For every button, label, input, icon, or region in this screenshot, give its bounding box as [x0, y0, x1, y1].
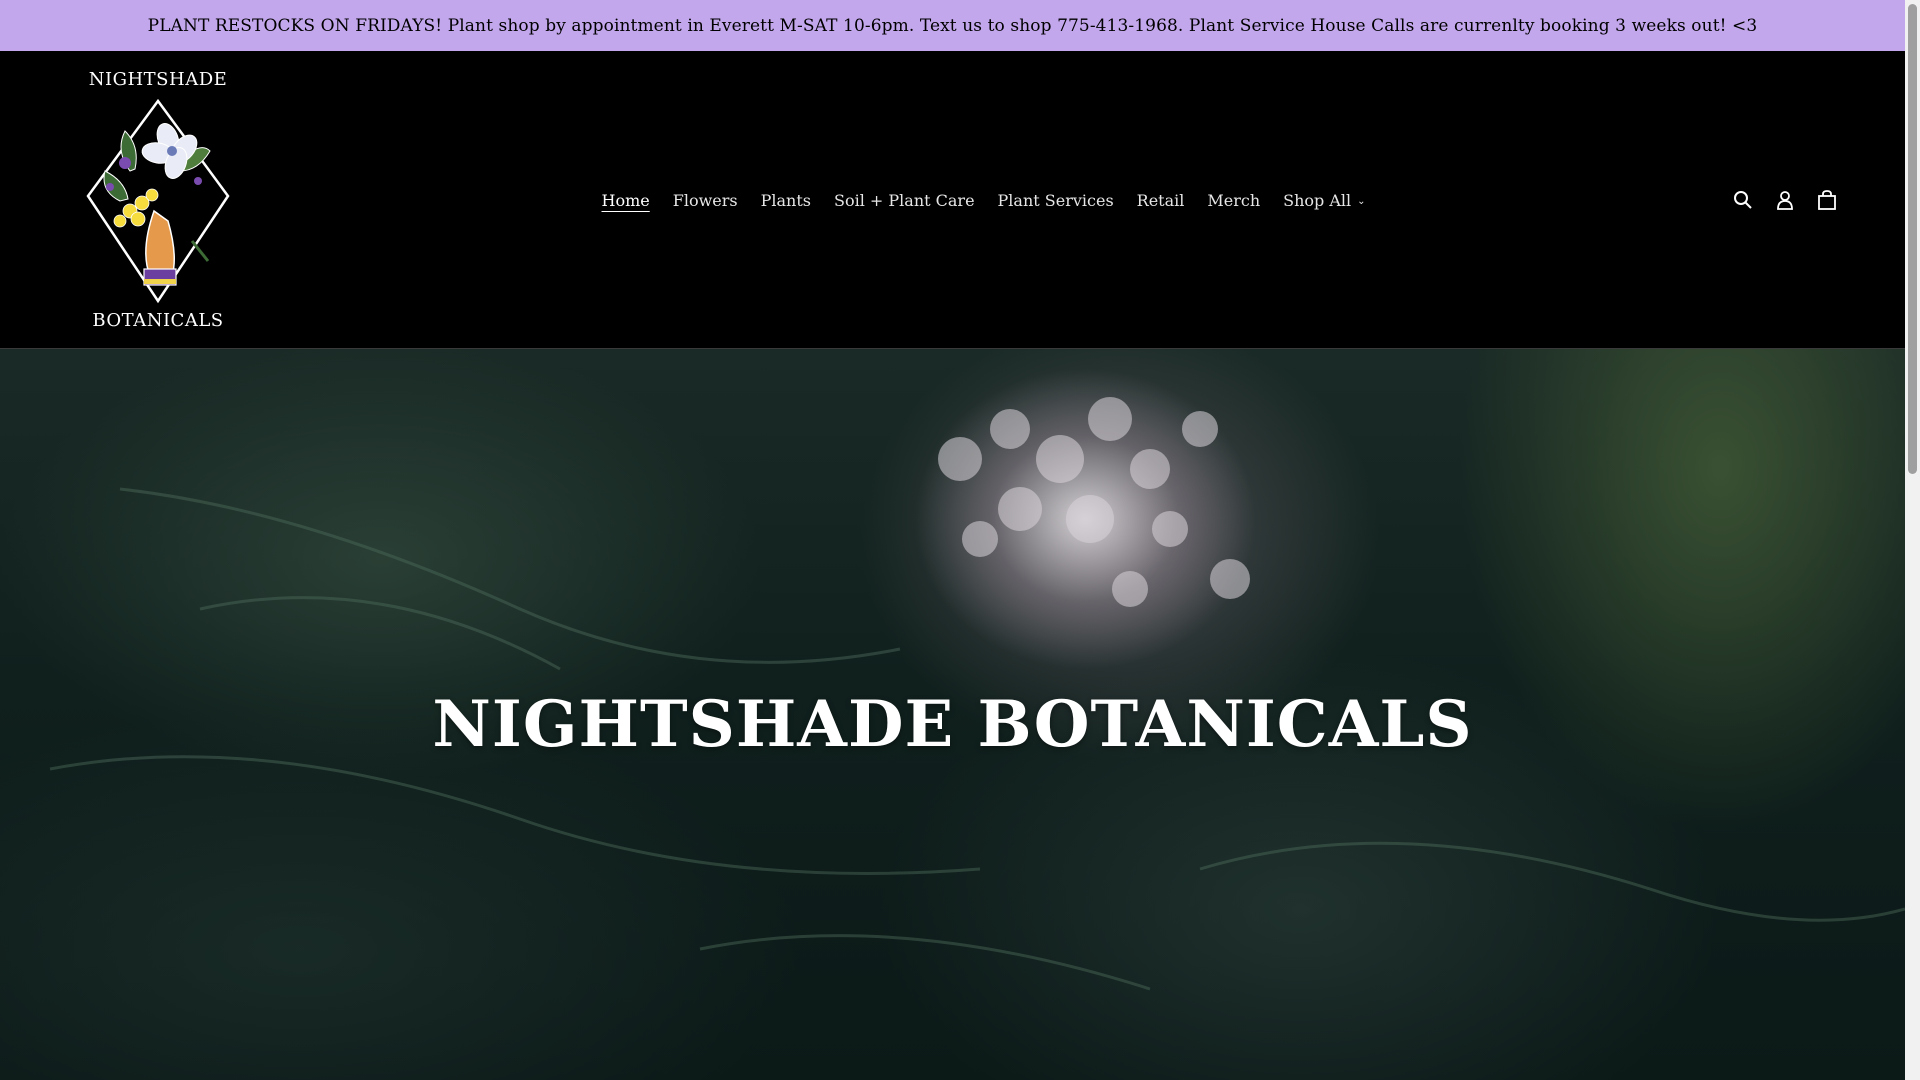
- search-icon[interactable]: [1730, 187, 1756, 213]
- nav-shop-all[interactable]: Shop All ⌄: [1272, 185, 1377, 215]
- main-nav: Home Flowers Plants Soil + Plant Care Pl…: [590, 185, 1377, 215]
- logo[interactable]: NIGHTSHADE BOTANICALS: [80, 69, 236, 331]
- logo-top-text: NIGHTSHADE: [88, 69, 228, 90]
- nav-shop-all-label: Shop All: [1283, 190, 1352, 210]
- chevron-down-icon: ⌄: [1357, 195, 1366, 207]
- cart-icon[interactable]: [1814, 187, 1840, 213]
- nav-retail[interactable]: Retail: [1125, 185, 1196, 215]
- logo-bottom-text: BOTANICALS: [92, 310, 224, 331]
- announcement-text: PLANT RESTOCKS ON FRIDAYS! Plant shop by…: [147, 15, 1758, 36]
- scrollbar-thumb[interactable]: [1908, 4, 1917, 474]
- nav-plant-services[interactable]: Plant Services: [986, 185, 1125, 215]
- nav-merch[interactable]: Merch: [1196, 185, 1272, 215]
- page-scrollbar[interactable]: [1905, 0, 1920, 1080]
- header-icons: [1730, 187, 1840, 213]
- nav-flowers[interactable]: Flowers: [661, 185, 749, 215]
- announcement-bar: PLANT RESTOCKS ON FRIDAYS! Plant shop by…: [0, 0, 1905, 51]
- logo-illustration: [86, 98, 230, 304]
- nav-soil-plant-care[interactable]: Soil + Plant Care: [822, 185, 986, 215]
- account-icon[interactable]: [1772, 187, 1798, 213]
- nav-plants[interactable]: Plants: [749, 185, 822, 215]
- site-header: NIGHTSHADE BOTANICALS Home Flowers Plant…: [0, 51, 1905, 349]
- hero-banner: NIGHTSHADE BOTANICALS: [0, 349, 1905, 1080]
- nav-home[interactable]: Home: [590, 185, 661, 215]
- hero-title: NIGHTSHADE BOTANICALS: [432, 687, 1473, 762]
